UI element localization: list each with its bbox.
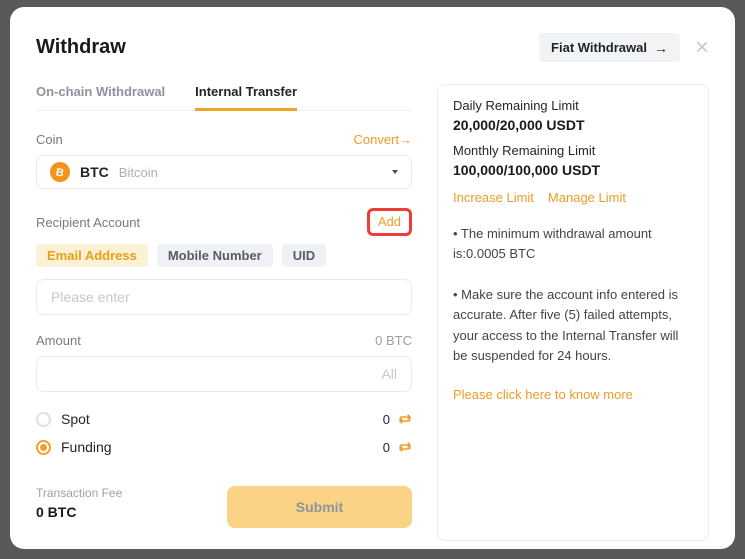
form-footer: Transaction Fee 0 BTC Submit xyxy=(36,486,412,528)
coin-symbol: BTC xyxy=(80,164,109,180)
withdraw-form: On-chain Withdrawal Internal Transfer Co… xyxy=(36,84,412,541)
spot-balance: 0 xyxy=(383,412,390,427)
know-more-link[interactable]: Please click here to know more xyxy=(453,387,633,402)
bitcoin-icon: B xyxy=(50,162,70,182)
add-recipient-link[interactable]: Add xyxy=(378,214,401,229)
recipient-account-label: Recipient Account xyxy=(36,215,140,230)
amount-row: Amount 0 BTC xyxy=(36,333,412,348)
recipient-method-pills: Email Address Mobile Number UID xyxy=(36,244,412,267)
transaction-fee-label: Transaction Fee xyxy=(36,486,122,500)
tab-onchain-withdrawal[interactable]: On-chain Withdrawal xyxy=(36,84,165,110)
pill-uid[interactable]: UID xyxy=(282,244,326,267)
coin-select[interactable]: B BTC Bitcoin xyxy=(36,155,412,189)
transfer-icon[interactable] xyxy=(398,440,412,454)
coin-name: Bitcoin xyxy=(119,165,158,180)
add-highlight-box: Add xyxy=(367,208,412,236)
spot-radio[interactable] xyxy=(36,412,51,427)
funding-account-option[interactable]: Funding 0 xyxy=(36,436,412,458)
monthly-limit-value: 100,000/100,000 USDT xyxy=(453,162,693,178)
recipient-input[interactable] xyxy=(36,279,412,315)
fiat-withdrawal-button[interactable]: Fiat Withdrawal → xyxy=(539,33,680,62)
funding-radio[interactable] xyxy=(36,440,51,455)
daily-limit-value: 20,000/20,000 USDT xyxy=(453,117,693,133)
spot-account-option[interactable]: Spot 0 xyxy=(36,408,412,430)
submit-button[interactable]: Submit xyxy=(227,486,412,528)
manage-limit-link[interactable]: Manage Limit xyxy=(548,190,626,205)
funding-label: Funding xyxy=(61,439,112,455)
withdraw-dialog: Withdraw Fiat Withdrawal → × On-chain Wi… xyxy=(10,7,735,549)
minimum-withdrawal-note: • The minimum withdrawal amount is:0.000… xyxy=(453,224,693,264)
coin-label: Coin xyxy=(36,132,63,147)
spot-label: Spot xyxy=(61,411,90,427)
dialog-header: Withdraw Fiat Withdrawal → × xyxy=(36,33,709,62)
fee-block: Transaction Fee 0 BTC xyxy=(36,486,122,520)
chevron-down-icon xyxy=(392,170,398,174)
monthly-limit-label: Monthly Remaining Limit xyxy=(453,143,693,158)
amount-input[interactable] xyxy=(36,356,412,392)
transaction-fee-value: 0 BTC xyxy=(36,504,122,520)
convert-link[interactable]: Convert→ xyxy=(353,132,412,147)
coin-row: Coin Convert→ xyxy=(36,132,412,147)
limits-info-panel: Daily Remaining Limit 20,000/20,000 USDT… xyxy=(437,84,709,541)
tab-internal-transfer[interactable]: Internal Transfer xyxy=(195,84,297,110)
increase-limit-link[interactable]: Increase Limit xyxy=(453,190,534,205)
pill-mobile-number[interactable]: Mobile Number xyxy=(157,244,273,267)
dialog-body: On-chain Withdrawal Internal Transfer Co… xyxy=(36,84,709,541)
amount-available: 0 BTC xyxy=(375,333,412,348)
amount-label: Amount xyxy=(36,333,81,348)
close-icon[interactable]: × xyxy=(695,38,709,57)
recipient-row: Recipient Account Add xyxy=(36,207,412,237)
pill-email-address[interactable]: Email Address xyxy=(36,244,148,267)
fiat-withdrawal-label: Fiat Withdrawal xyxy=(551,40,647,55)
page-title: Withdraw xyxy=(36,36,539,59)
arrow-right-icon: → xyxy=(654,41,668,55)
funding-balance: 0 xyxy=(383,440,390,455)
accuracy-warning-note: • Make sure the account info entered is … xyxy=(453,285,693,366)
limit-links: Increase Limit Manage Limit xyxy=(453,190,693,205)
transfer-icon[interactable] xyxy=(398,412,412,426)
daily-limit-label: Daily Remaining Limit xyxy=(453,98,693,113)
withdrawal-tabs: On-chain Withdrawal Internal Transfer xyxy=(36,84,412,111)
